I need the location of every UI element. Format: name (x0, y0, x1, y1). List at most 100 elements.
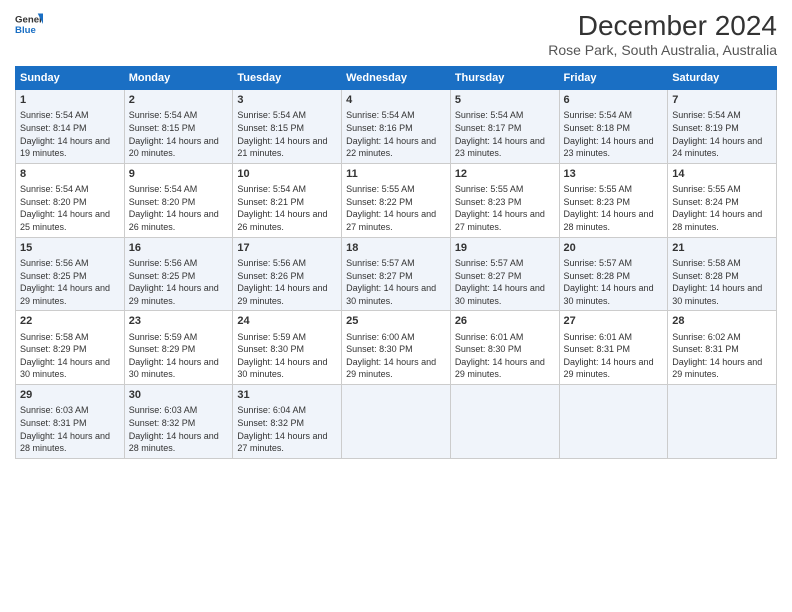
sunset-text: Sunset: 8:30 PM (455, 344, 522, 354)
daylight-text: Daylight: 14 hours and 29 minutes. (20, 283, 110, 306)
daylight-text: Daylight: 14 hours and 30 minutes. (672, 283, 762, 306)
day-number: 31 (237, 388, 337, 403)
sunrise-text: Sunrise: 5:57 AM (564, 258, 633, 268)
table-row: 14Sunrise: 5:55 AMSunset: 8:24 PMDayligh… (668, 163, 777, 237)
sunrise-text: Sunrise: 5:56 AM (129, 258, 198, 268)
header-row: Sunday Monday Tuesday Wednesday Thursday… (16, 67, 777, 90)
sunset-text: Sunset: 8:27 PM (455, 271, 522, 281)
table-row: 19Sunrise: 5:57 AMSunset: 8:27 PMDayligh… (450, 237, 559, 311)
daylight-text: Daylight: 14 hours and 28 minutes. (129, 431, 219, 454)
table-row: 16Sunrise: 5:56 AMSunset: 8:25 PMDayligh… (124, 237, 233, 311)
sunrise-text: Sunrise: 6:03 AM (129, 405, 198, 415)
table-row (559, 385, 668, 459)
table-row: 7Sunrise: 5:54 AMSunset: 8:19 PMDaylight… (668, 90, 777, 164)
daylight-text: Daylight: 14 hours and 28 minutes. (672, 209, 762, 232)
table-row: 21Sunrise: 5:58 AMSunset: 8:28 PMDayligh… (668, 237, 777, 311)
table-row: 27Sunrise: 6:01 AMSunset: 8:31 PMDayligh… (559, 311, 668, 385)
day-number: 2 (129, 93, 229, 108)
table-row: 31Sunrise: 6:04 AMSunset: 8:32 PMDayligh… (233, 385, 342, 459)
calendar-week-2: 8 Sunrise: 5:54 AM Sunset: 8:20 PM Daylight… (16, 163, 777, 237)
sunrise-text: Sunrise: 5:54 AM (129, 184, 198, 194)
sunset-text: Sunset: 8:28 PM (564, 271, 631, 281)
svg-text:Blue: Blue (15, 25, 36, 36)
sunrise-text: Sunrise: 6:04 AM (237, 405, 306, 415)
sunrise-text: Sunrise: 5:59 AM (237, 332, 306, 342)
daylight-text: Daylight: 14 hours and 21 minutes. (237, 136, 327, 159)
sunrise-text: Sunrise: 5:54 AM (237, 184, 306, 194)
sunrise-text: Sunrise: 5:54 AM (20, 110, 89, 120)
daylight-text: Daylight: 14 hours and 28 minutes. (564, 209, 654, 232)
calendar-week-3: 15Sunrise: 5:56 AMSunset: 8:25 PMDayligh… (16, 237, 777, 311)
daylight-text: Daylight: 14 hours and 29 minutes. (455, 357, 545, 380)
day-number: 8 (20, 167, 120, 182)
day-number: 13 (564, 167, 664, 182)
sunrise-text: Sunrise: 6:01 AM (564, 332, 633, 342)
day-number: 6 (564, 93, 664, 108)
daylight-text: Daylight: 14 hours and 19 minutes. (20, 136, 110, 159)
day-number: 20 (564, 241, 664, 256)
calendar-week-4: 22Sunrise: 5:58 AMSunset: 8:29 PMDayligh… (16, 311, 777, 385)
subtitle: Rose Park, South Australia, Australia (548, 42, 777, 58)
main-title: December 2024 (548, 10, 777, 42)
sunrise-text: Sunrise: 5:54 AM (237, 110, 306, 120)
daylight-text: Daylight: 14 hours and 27 minutes. (346, 209, 436, 232)
sunset-text: Sunset: 8:31 PM (672, 344, 739, 354)
sunset-text: Sunset: 8:31 PM (564, 344, 631, 354)
sunrise-text: Sunrise: 5:57 AM (346, 258, 415, 268)
daylight-text: Daylight: 14 hours and 29 minutes. (346, 357, 436, 380)
title-block: December 2024 Rose Park, South Australia… (548, 10, 777, 58)
sunset-text: Sunset: 8:20 PM (20, 197, 87, 207)
daylight-text: Daylight: 14 hours and 25 minutes. (20, 209, 110, 232)
sunset-text: Sunset: 8:26 PM (237, 271, 304, 281)
sunset-text: Sunset: 8:22 PM (346, 197, 413, 207)
table-row: 10Sunrise: 5:54 AMSunset: 8:21 PMDayligh… (233, 163, 342, 237)
sunset-text: Sunset: 8:15 PM (237, 123, 304, 133)
daylight-text: Daylight: 14 hours and 30 minutes. (455, 283, 545, 306)
sunrise-text: Sunrise: 5:57 AM (455, 258, 524, 268)
daylight-text: Daylight: 14 hours and 26 minutes. (129, 209, 219, 232)
day-number: 4 (346, 93, 446, 108)
sunset-text: Sunset: 8:24 PM (672, 197, 739, 207)
logo: General Blue (15, 10, 43, 38)
sunset-text: Sunset: 8:31 PM (20, 418, 87, 428)
day-number: 9 (129, 167, 229, 182)
sunset-text: Sunset: 8:29 PM (129, 344, 196, 354)
sunset-text: Sunset: 8:32 PM (129, 418, 196, 428)
daylight-text: Daylight: 14 hours and 29 minutes. (129, 283, 219, 306)
day-number: 1 (20, 93, 120, 108)
sunset-text: Sunset: 8:28 PM (672, 271, 739, 281)
sunset-text: Sunset: 8:17 PM (455, 123, 522, 133)
sunset-text: Sunset: 8:14 PM (20, 123, 87, 133)
day-number: 17 (237, 241, 337, 256)
sunrise-text: Sunrise: 5:55 AM (672, 184, 741, 194)
sunrise-text: Sunrise: 5:54 AM (672, 110, 741, 120)
day-number: 5 (455, 93, 555, 108)
sunrise-text: Sunrise: 5:55 AM (564, 184, 633, 194)
sunset-text: Sunset: 8:23 PM (455, 197, 522, 207)
daylight-text: Daylight: 14 hours and 23 minutes. (455, 136, 545, 159)
day-number: 22 (20, 314, 120, 329)
sunrise-text: Sunrise: 5:54 AM (129, 110, 198, 120)
day-number: 18 (346, 241, 446, 256)
daylight-text: Daylight: 14 hours and 28 minutes. (20, 431, 110, 454)
sunset-text: Sunset: 8:23 PM (564, 197, 631, 207)
sunset-text: Sunset: 8:16 PM (346, 123, 413, 133)
sunset-text: Sunset: 8:21 PM (237, 197, 304, 207)
col-tuesday: Tuesday (233, 67, 342, 90)
day-number: 30 (129, 388, 229, 403)
sunrise-text: Sunrise: 5:56 AM (237, 258, 306, 268)
day-number: 3 (237, 93, 337, 108)
sunset-text: Sunset: 8:19 PM (672, 123, 739, 133)
table-row: 25Sunrise: 6:00 AMSunset: 8:30 PMDayligh… (342, 311, 451, 385)
col-wednesday: Wednesday (342, 67, 451, 90)
daylight-text: Daylight: 14 hours and 29 minutes. (237, 283, 327, 306)
day-number: 26 (455, 314, 555, 329)
sunset-text: Sunset: 8:32 PM (237, 418, 304, 428)
daylight-text: Daylight: 14 hours and 22 minutes. (346, 136, 436, 159)
day-number: 23 (129, 314, 229, 329)
day-number: 24 (237, 314, 337, 329)
table-row: 22Sunrise: 5:58 AMSunset: 8:29 PMDayligh… (16, 311, 125, 385)
sunrise-text: Sunrise: 5:54 AM (346, 110, 415, 120)
day-number: 27 (564, 314, 664, 329)
daylight-text: Daylight: 14 hours and 29 minutes. (672, 357, 762, 380)
